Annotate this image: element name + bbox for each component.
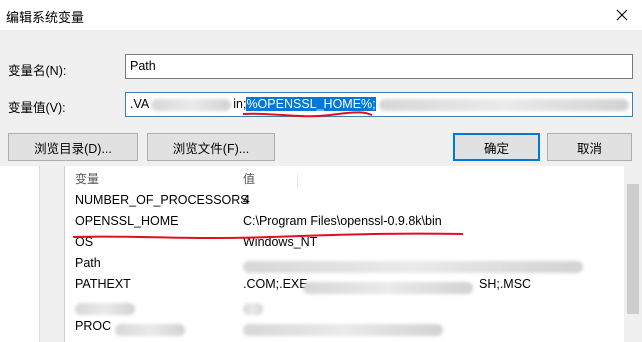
column-divider [297, 174, 298, 188]
row-name: PATHEXT [75, 277, 131, 291]
row-value: Windows_NT [243, 235, 318, 249]
close-button[interactable] [602, 0, 642, 30]
table-row[interactable]: PROC [65, 317, 625, 338]
variable-value-input[interactable]: .VA in;%OPENSSL_HOME%; [125, 92, 633, 117]
ok-button[interactable]: 确定 [453, 133, 540, 161]
edit-system-variable-dialog: 编辑系统变量 变量名(N): Path 变量值(V): .VA in;%OPENS… [0, 0, 642, 166]
row-name: OPENSSL_HOME [75, 214, 179, 228]
row-name: PROC [75, 319, 112, 333]
browse-file-button[interactable]: 浏览文件(F)... [147, 133, 275, 161]
environment-variables-window: 变量 值 NUMBER_OF_PROCESSORS 4 OPENSSL_HOME… [0, 166, 642, 342]
row-value-tail: SH;.MSC [479, 277, 532, 291]
variable-name-input[interactable]: Path [125, 54, 633, 79]
table-row[interactable]: Path [65, 254, 625, 275]
blurred-name [115, 322, 185, 336]
blurred-value [243, 301, 263, 315]
table-row[interactable] [65, 296, 625, 317]
row-name: Path [75, 256, 101, 270]
left-pane [0, 166, 40, 342]
row-value: C:\Program Files\openssl-0.9.8k\bin [243, 214, 442, 228]
variable-value-label: 变量值(V): [8, 101, 66, 115]
row-name: NUMBER_OF_PROCESSORS [75, 193, 249, 207]
blurred-text [378, 98, 629, 111]
row-value: .COM;.EXE [243, 277, 308, 291]
table-row[interactable]: OPENSSL_HOME C:\Program Files\openssl-0.… [65, 212, 625, 233]
blurred-value [303, 280, 473, 294]
dialog-title: 编辑系统变量 [6, 10, 85, 25]
table-row[interactable]: OS Windows_NT [65, 233, 625, 254]
scrollbar-thumb[interactable] [627, 184, 639, 314]
system-variables-list[interactable]: 变量 值 NUMBER_OF_PROCESSORS 4 OPENSSL_HOME… [64, 166, 624, 342]
column-header-variable[interactable]: 变量 [75, 170, 99, 187]
selected-text: %OPENSSL_HOME% [246, 97, 373, 111]
value-prefix: .VA [130, 97, 150, 111]
table-row[interactable]: PATHEXT .COM;.EXE SH;.MSC [65, 275, 625, 296]
value-mid: in; [233, 97, 247, 111]
variable-name-label: 变量名(N): [8, 64, 67, 78]
left-gutter [40, 166, 64, 342]
blurred-value [243, 259, 583, 273]
vertical-scrollbar[interactable] [624, 166, 642, 342]
selected-separator: ; [372, 97, 376, 111]
column-header-value[interactable]: 值 [243, 170, 255, 187]
cancel-button[interactable]: 取消 [547, 133, 632, 161]
table-row[interactable]: NUMBER_OF_PROCESSORS 4 [65, 191, 625, 212]
title-bar: 编辑系统变量 [0, 0, 642, 30]
variable-name-value: Path [130, 59, 156, 73]
blurred-name [75, 301, 135, 315]
blurred-value [243, 322, 443, 336]
row-name: OS [75, 235, 94, 249]
close-icon [616, 9, 628, 21]
blurred-text [151, 98, 232, 111]
browse-directory-button[interactable]: 浏览目录(D)... [8, 133, 138, 161]
row-value: 4 [243, 193, 250, 207]
